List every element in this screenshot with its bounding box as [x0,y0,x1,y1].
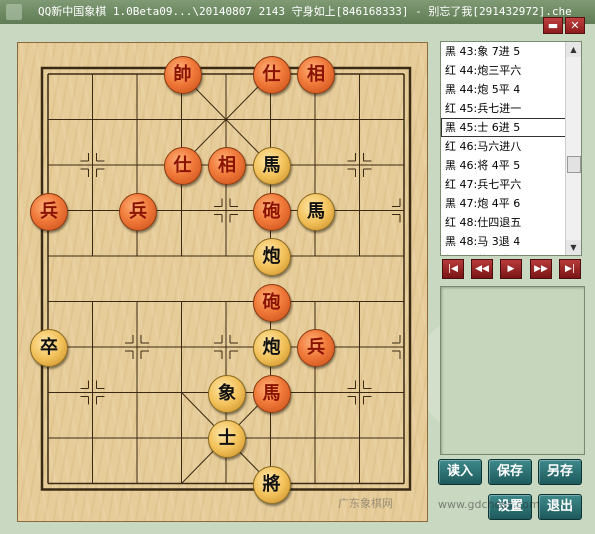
piece-label: 將 [262,473,281,495]
move-list-item[interactable]: 黑 44:炮 5平 4 [441,80,581,99]
piece-label: 馬 [307,200,325,222]
piece-red-ma[interactable]: 馬 [252,374,291,413]
piece-black-shi[interactable]: 士 [208,420,246,458]
piece-red-xiang-mid[interactable]: 相 [208,147,246,185]
piece-black-xiang[interactable]: 象 [208,374,246,413]
piece-black-ma-top[interactable]: 馬 [252,147,291,185]
move-list-item[interactable]: 红 49:仕五进六 [441,251,581,255]
move-list-item[interactable]: 黑 45:士 6进 5 [441,118,581,137]
move-list-item[interactable]: 红 45:兵七进一 [441,99,581,118]
scroll-up-arrow-icon[interactable]: ▲ [566,42,581,57]
move-list-scrollbar[interactable]: ▲ ▼ [565,42,581,255]
scroll-down-arrow-icon[interactable]: ▼ [566,240,581,255]
save-as-button[interactable]: 另存 [538,459,582,485]
app-window: QQ新中国象棋 1.0Beta09...\20140807 2143 守身如上[… [0,0,595,534]
close-button[interactable]: ✕ [565,17,585,34]
piece-label: 帥 [173,64,192,85]
move-list[interactable]: 黑 43:象 7进 5红 44:炮三平六黑 44:炮 5平 4红 45:兵七进一… [440,41,582,256]
save-button[interactable]: 保存 [488,459,532,485]
piece-label: 炮 [262,246,281,267]
move-navigation: |◀ ◀◀ ▶ ▶▶ ▶| [440,259,582,279]
piece-label: 炮 [262,337,281,358]
piece-label: 兵 [40,200,58,222]
piece-label: 兵 [307,337,325,358]
comment-box[interactable] [440,286,585,455]
move-list-item[interactable]: 黑 43:象 7进 5 [441,42,581,61]
piece-red-bing-left[interactable]: 兵 [30,192,68,231]
piece-black-pao-1[interactable]: 炮 [252,238,291,276]
exit-button[interactable]: 退出 [538,494,582,520]
piece-label: 象 [218,382,236,404]
piece-label: 仕 [262,64,281,85]
minimize-button[interactable]: ▬ [543,17,563,34]
app-icon [6,4,22,20]
piece-label: 相 [307,64,325,85]
move-list-item[interactable]: 红 44:炮三平六 [441,61,581,80]
move-list-item[interactable]: 黑 47:炮 4平 6 [441,194,581,213]
piece-label: 仕 [173,155,192,176]
piece-label: 馬 [262,382,281,404]
last-move-button[interactable]: ▶| [559,259,581,279]
watermark-site: 广东象棋网 [338,497,393,510]
chess-board[interactable]: 帥仕相仕相馬兵兵砲馬炮砲卒炮兵象馬士將 [17,42,428,522]
piece-label: 馬 [262,155,281,176]
move-list-item[interactable]: 黑 46:将 4平 5 [441,156,581,175]
watermark-url: www.gdchess.com [438,498,540,511]
piece-label: 士 [218,428,236,449]
piece-red-shi-mid[interactable]: 仕 [163,147,202,185]
move-list-item[interactable]: 红 46:马六进八 [441,137,581,156]
piece-red-bing-right[interactable]: 兵 [297,329,335,367]
piece-red-shi-top[interactable]: 仕 [252,56,291,94]
first-move-button[interactable]: |◀ [442,259,464,279]
piece-label: 兵 [129,200,147,222]
piece-label: 相 [218,155,236,176]
piece-red-shuai[interactable]: 帥 [163,56,202,94]
window-title: QQ新中国象棋 1.0Beta09...\20140807 2143 守身如上[… [38,5,572,18]
piece-label: 卒 [40,337,58,358]
load-button[interactable]: 读入 [438,459,482,485]
fast-forward-button[interactable]: ▶▶ [530,259,552,279]
scroll-thumb[interactable] [567,156,581,173]
piece-red-pao-1[interactable]: 砲 [252,192,291,231]
piece-black-jiang[interactable]: 將 [252,465,291,504]
piece-label: 砲 [262,200,281,222]
move-list-item[interactable]: 黑 48:马 3退 4 [441,232,581,251]
move-list-item[interactable]: 红 47:兵七平六 [441,175,581,194]
fast-back-button[interactable]: ◀◀ [471,259,493,279]
move-list-item[interactable]: 红 48:仕四退五 [441,213,581,232]
piece-red-pao-2[interactable]: 砲 [252,283,291,322]
play-button[interactable]: ▶ [500,259,522,279]
piece-black-ma-right[interactable]: 馬 [297,192,335,231]
piece-label: 砲 [262,291,281,313]
piece-red-xiang-top[interactable]: 相 [297,56,335,94]
piece-black-zu[interactable]: 卒 [30,329,68,367]
title-bar: QQ新中国象棋 1.0Beta09...\20140807 2143 守身如上[… [0,0,595,24]
piece-red-bing-mid[interactable]: 兵 [119,192,157,231]
piece-black-pao-2[interactable]: 炮 [252,329,291,367]
